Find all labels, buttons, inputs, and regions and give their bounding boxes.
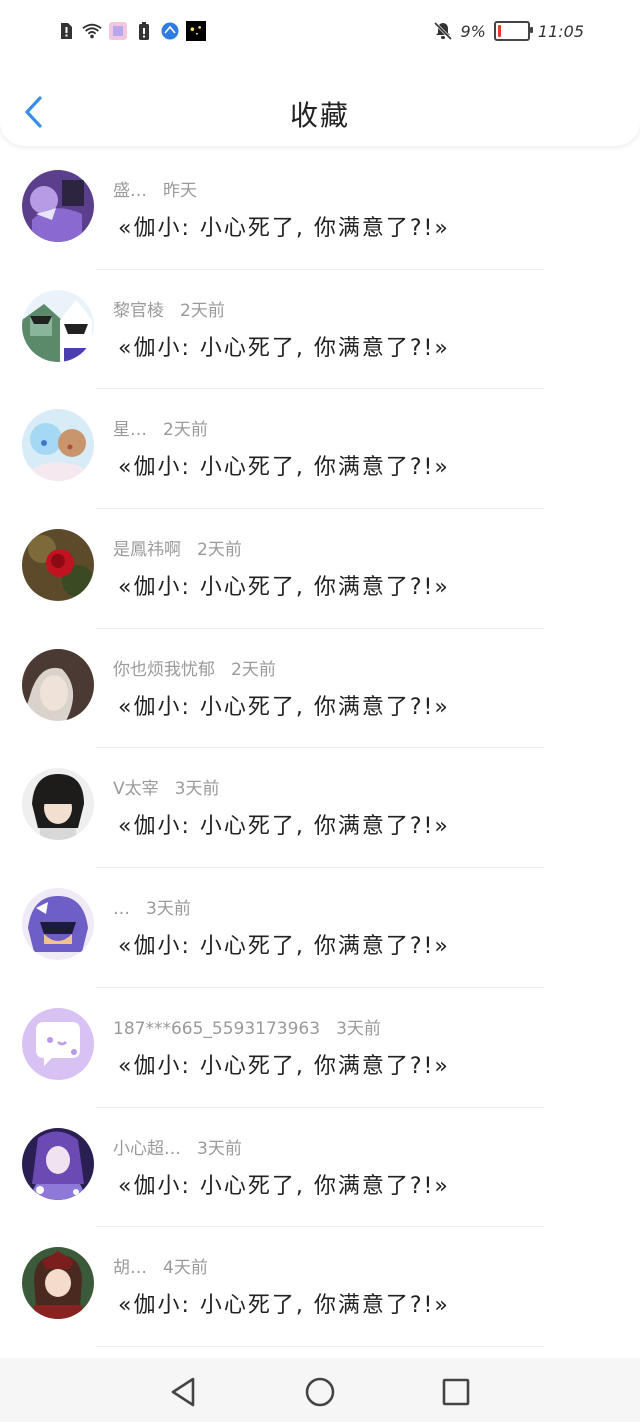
user-avatar[interactable] (22, 1007, 94, 1080)
status-left-icons (56, 20, 206, 42)
favorite-quote[interactable]: «伽小: 小心死了, 你满意了?!» (118, 330, 450, 362)
username[interactable]: … (113, 899, 130, 919)
favorite-item[interactable]: 盛… 昨天 «伽小: 小心死了, 你满意了?!» (0, 150, 640, 270)
favorite-item[interactable]: 小心超… 3天前 «伽小: 小心死了, 你满意了?!» (0, 1108, 640, 1228)
favorite-item[interactable]: … 3天前 «伽小: 小心死了, 你满意了?!» (0, 868, 640, 988)
favorite-quote[interactable]: «伽小: 小心死了, 你满意了?!» (118, 1168, 450, 1200)
user-avatar[interactable] (22, 648, 94, 721)
favorite-quote[interactable]: «伽小: 小心死了, 你满意了?!» (118, 210, 450, 242)
user-avatar[interactable] (22, 529, 94, 602)
favorite-time: 3天前 (197, 1138, 242, 1159)
battery-saver-icon (134, 20, 154, 42)
favorite-item[interactable]: 星… 2天前 «伽小: 小心死了, 你满意了?!» (0, 389, 640, 510)
nav-back-button[interactable] (165, 1374, 201, 1410)
favorite-meta: 你也烦我忧郁 2天前 (113, 655, 276, 680)
battery-icon (493, 21, 533, 41)
app-notification-icon (108, 20, 128, 42)
favorite-time: 昨天 (163, 181, 197, 201)
favorite-meta: 星… 2天前 (113, 415, 208, 440)
nav-home-button[interactable] (302, 1374, 338, 1410)
username[interactable]: 你也烦我忧郁 (113, 660, 215, 680)
favorite-quote[interactable]: «伽小: 小心死了, 你满意了?!» (118, 1048, 450, 1080)
username[interactable]: 黎官棱 (113, 301, 164, 321)
wifi-icon (82, 20, 102, 42)
divider (96, 1345, 544, 1347)
battery-percent: 9% (460, 21, 486, 41)
favorite-time: 3天前 (174, 779, 220, 800)
username[interactable]: 187***665_5593173963 (113, 1019, 320, 1039)
favorite-meta: 胡… 4天前 (113, 1253, 208, 1278)
favorite-item[interactable]: V太宰 3天前 «伽小: 小心死了, 你满意了?!» (0, 748, 640, 869)
username[interactable]: V太宰 (113, 779, 159, 799)
favorite-meta: V太宰 3天前 (113, 774, 219, 799)
battery-fill (497, 25, 501, 37)
username[interactable]: 胡… (113, 1258, 147, 1278)
game-icon (186, 20, 206, 42)
status-bar: 9% 11:05 (0, 18, 640, 48)
favorites-list: 盛… 昨天 «伽小: 小心死了, 你满意了?!» 黎官棱 2天前 «伽小: 小心死了, 你… (0, 150, 640, 1347)
system-nav-bar (0, 1358, 640, 1422)
user-avatar[interactable] (22, 170, 94, 242)
username[interactable]: 小心超… (113, 1139, 181, 1159)
alert-icon (56, 20, 76, 42)
favorite-meta: 小心超… 3天前 (113, 1134, 242, 1159)
square-recents-icon (442, 1378, 470, 1406)
favorite-quote[interactable]: «伽小: 小心死了, 你满意了?!» (118, 808, 450, 840)
user-avatar[interactable] (22, 768, 94, 841)
page-title: 收藏 (289, 99, 350, 132)
browser-icon (160, 20, 180, 42)
user-avatar[interactable] (22, 1127, 94, 1200)
favorite-time: 2天前 (197, 540, 242, 561)
header: 9% 11:05 收藏 (0, 0, 640, 146)
favorite-meta: 盛… 昨天 (113, 176, 197, 201)
favorite-quote[interactable]: «伽小: 小心死了, 你满意了?!» (118, 689, 450, 721)
username[interactable]: 是鳳祎啊 (113, 540, 181, 560)
favorite-meta: … 3天前 (113, 894, 191, 919)
favorite-time: 2天前 (163, 420, 208, 441)
user-avatar[interactable] (22, 409, 94, 482)
favorite-quote[interactable]: «伽小: 小心死了, 你满意了?!» (118, 928, 450, 960)
mute-bell-icon (433, 20, 453, 42)
status-right: 9% 11:05 (433, 20, 584, 42)
triangle-back-icon (171, 1377, 195, 1407)
favorite-time: 3天前 (146, 899, 191, 920)
username[interactable]: 盛… (113, 181, 147, 201)
user-avatar[interactable] (22, 1247, 94, 1320)
favorite-quote[interactable]: «伽小: 小心死了, 你满意了?!» (118, 569, 450, 601)
circle-home-icon (305, 1377, 335, 1407)
favorite-time: 3天前 (336, 1018, 381, 1039)
favorite-meta: 187***665_5593173963 3天前 (113, 1014, 381, 1039)
favorite-item[interactable]: 胡… 4天前 «伽小: 小心死了, 你满意了?!» (0, 1227, 640, 1347)
favorite-meta: 黎官棱 2天前 (113, 296, 225, 321)
user-avatar[interactable] (22, 888, 94, 961)
nav-recents-button[interactable] (438, 1374, 474, 1410)
username[interactable]: 星… (113, 420, 147, 440)
favorite-quote[interactable]: «伽小: 小心死了, 你满意了?!» (118, 1287, 450, 1319)
favorite-item[interactable]: 187***665_5593173963 3天前 «伽小: 小心死了, 你满意了?!… (0, 988, 640, 1108)
clock: 11:05 (537, 21, 584, 41)
favorite-time: 2天前 (180, 300, 225, 321)
user-avatar[interactable] (22, 289, 94, 362)
favorite-item[interactable]: 是鳳祎啊 2天前 «伽小: 小心死了, 你满意了?!» (0, 509, 640, 629)
favorite-time: 2天前 (231, 659, 276, 680)
favorite-meta: 是鳳祎啊 2天前 (113, 535, 242, 560)
favorite-time: 4天前 (163, 1258, 208, 1279)
favorite-quote[interactable]: «伽小: 小心死了, 你满意了?!» (118, 449, 450, 481)
favorite-item[interactable]: 你也烦我忧郁 2天前 «伽小: 小心死了, 你满意了?!» (0, 629, 640, 749)
favorite-item[interactable]: 黎官棱 2天前 «伽小: 小心死了, 你满意了?!» (0, 270, 640, 390)
